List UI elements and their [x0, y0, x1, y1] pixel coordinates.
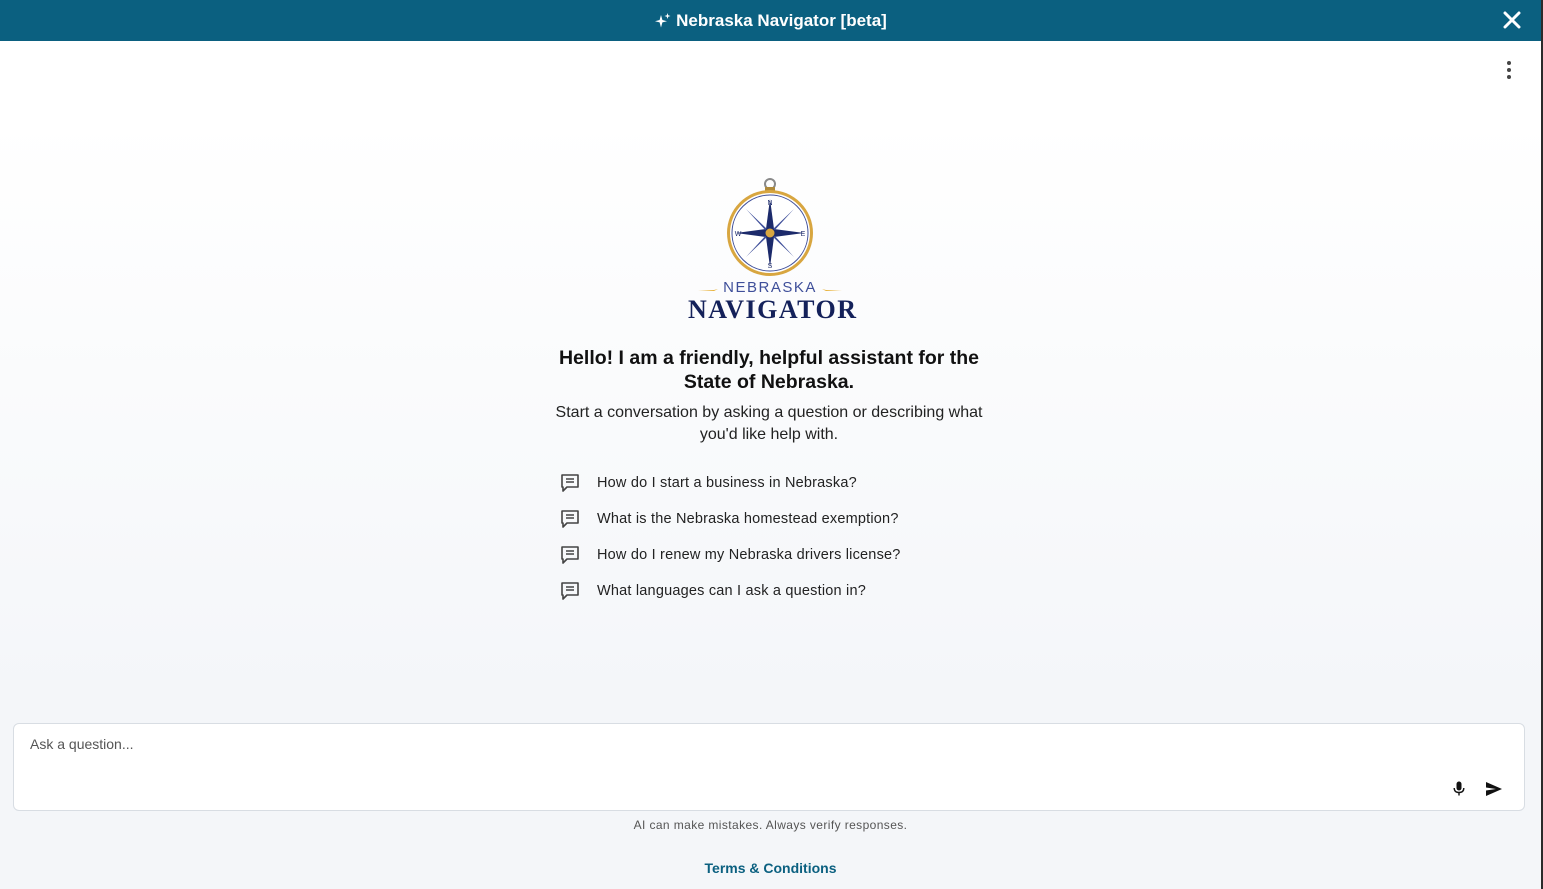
logo-word-nebraska: NEBRASKA — [723, 279, 817, 296]
chat-window: Nebraska Navigator [beta] N S W E NEBRAS… — [0, 0, 1541, 889]
ai-disclaimer: AI can make mistakes. Always verify resp… — [633, 818, 908, 832]
suggestion-homestead-exemption[interactable]: What is the Nebraska homestead exemption… — [559, 501, 1019, 537]
dot — [1507, 68, 1511, 72]
greeting-heading: Hello! I am a friendly, helpful assistan… — [558, 347, 980, 393]
chat-bubble-icon — [561, 546, 579, 564]
dot — [1507, 75, 1511, 79]
sparkle-icon — [655, 12, 671, 27]
nebraska-navigator-logo: N S W E NEBRASKA NAVIGATOR — [688, 175, 858, 325]
chat-bubble-icon — [561, 510, 579, 528]
compass-letter-e: E — [801, 231, 806, 238]
terms-conditions-link[interactable]: Terms & Conditions — [705, 860, 837, 876]
microphone-icon — [1453, 781, 1465, 796]
logo-word-navigator: NAVIGATOR — [688, 295, 858, 324]
close-icon — [1503, 11, 1521, 29]
message-composer — [13, 723, 1525, 811]
microphone-button[interactable] — [1449, 777, 1469, 801]
suggestion-renew-license[interactable]: How do I renew my Nebraska drivers licen… — [559, 537, 1019, 573]
suggestion-label: How do I renew my Nebraska drivers licen… — [597, 547, 901, 563]
suggestion-label: What is the Nebraska homestead exemption… — [597, 511, 899, 527]
more-options-button[interactable] — [1496, 57, 1522, 83]
send-icon — [1486, 782, 1502, 796]
terms-footer: Terms & Conditions — [0, 860, 1541, 876]
header-title: Nebraska Navigator [beta] — [654, 11, 887, 31]
suggested-questions: How do I start a business in Nebraska? W… — [559, 465, 1019, 609]
close-button[interactable] — [1499, 7, 1525, 33]
header-title-text: Nebraska Navigator [beta] — [676, 10, 887, 30]
intro-subtext: Start a conversation by asking a questio… — [555, 404, 983, 443]
suggestion-start-business[interactable]: How do I start a business in Nebraska? — [559, 465, 1019, 501]
compass-logo-icon: N S W E — [727, 178, 813, 276]
suggestion-label: How do I start a business in Nebraska? — [597, 475, 857, 491]
question-input[interactable] — [30, 736, 1430, 776]
send-button[interactable] — [1482, 777, 1506, 801]
compass-letter-w: W — [735, 231, 742, 238]
suggestion-label: What languages can I ask a question in? — [597, 583, 866, 599]
header-bar: Nebraska Navigator [beta] — [0, 0, 1541, 41]
compass-letter-s: S — [768, 263, 773, 270]
suggestion-languages[interactable]: What languages can I ask a question in? — [559, 573, 1019, 609]
chat-bubble-icon — [561, 582, 579, 600]
compass-letter-n: N — [767, 200, 772, 207]
chat-bubble-icon — [561, 474, 579, 492]
dot — [1507, 61, 1511, 65]
